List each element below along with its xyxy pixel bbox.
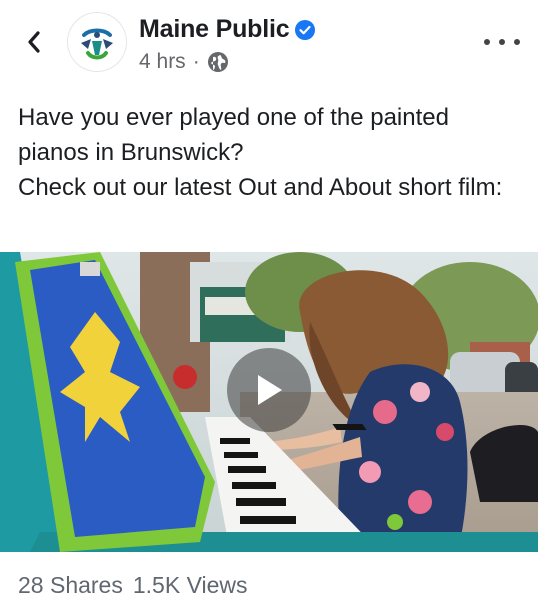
meta-separator: · — [192, 50, 200, 73]
post-header: Maine Public 4 hrs · — [0, 0, 538, 90]
views-count: 1.5K Views — [132, 572, 248, 598]
post-time[interactable]: 4 hrs — [139, 50, 186, 74]
page-name-row: Maine Public — [139, 15, 316, 44]
globe-icon — [207, 52, 228, 72]
more-horizontal-icon-dot — [499, 39, 505, 45]
maine-public-logo-icon — [68, 13, 126, 71]
play-button[interactable] — [227, 348, 311, 432]
more-options-button[interactable] — [484, 30, 520, 54]
back-button[interactable] — [20, 24, 48, 60]
shares-count[interactable]: 28 Shares — [18, 572, 123, 599]
page-name[interactable]: Maine Public — [139, 15, 290, 44]
more-horizontal-icon — [484, 39, 490, 45]
post-text-line: Have you ever played one of the painted … — [18, 104, 449, 166]
chevron-left-icon — [28, 31, 40, 53]
post-text-line: Check out our latest Out and About short… — [18, 174, 503, 201]
verified-badge-icon — [295, 19, 316, 40]
play-icon — [258, 375, 282, 405]
post-text: Have you ever played one of the painted … — [18, 100, 523, 205]
page-avatar[interactable] — [68, 13, 126, 71]
post-meta: 4 hrs · — [139, 50, 229, 74]
post-stats: 28 Shares 1.5K Views — [18, 572, 248, 599]
more-horizontal-icon-dot — [514, 39, 520, 45]
